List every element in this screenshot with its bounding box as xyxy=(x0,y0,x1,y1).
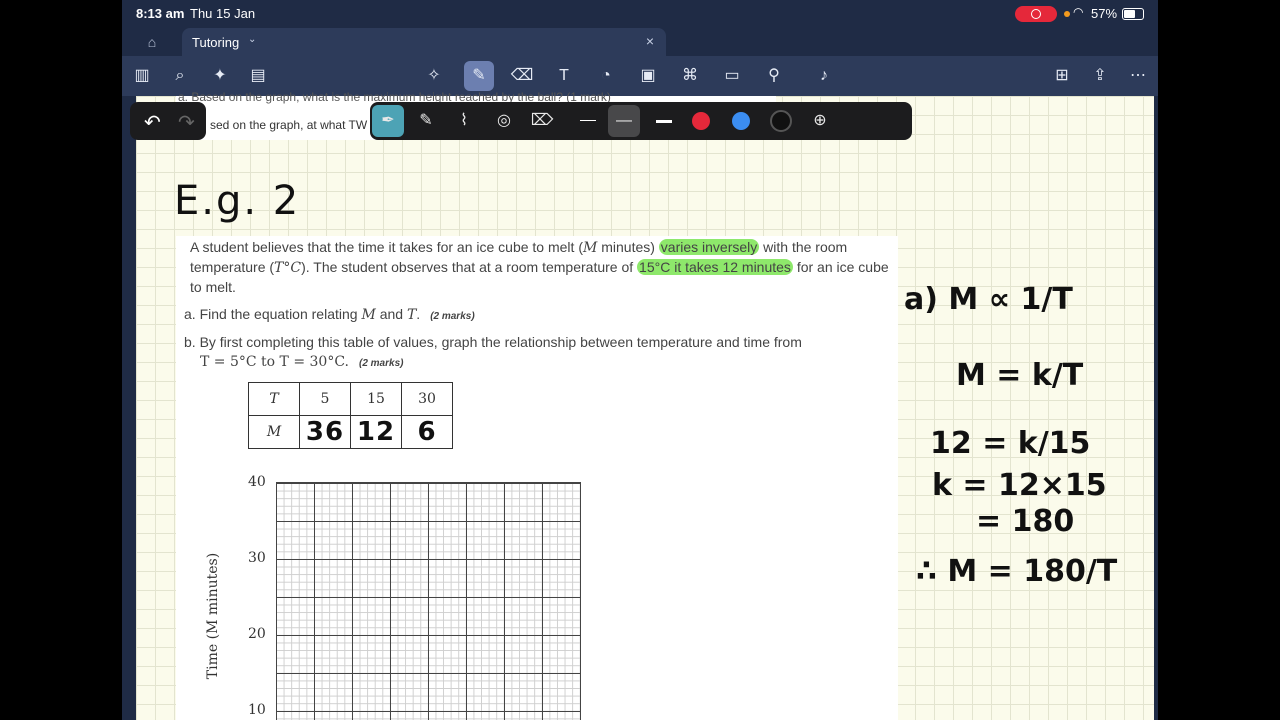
tab-title: Tutoring xyxy=(192,35,240,50)
share-icon[interactable]: ⇪ xyxy=(1088,64,1112,88)
stroke-thin-option[interactable] xyxy=(580,120,596,121)
q-part: A student believes that the time it take… xyxy=(190,239,583,255)
handwritten-line: 12 = k/15 xyxy=(930,426,1091,461)
qb-marks: (2 marks) xyxy=(359,358,404,369)
q-part: minutes) xyxy=(597,239,659,255)
eraser-icon[interactable]: ⌫ xyxy=(510,64,534,88)
stroke-thick-option[interactable] xyxy=(656,120,672,123)
handwritten-line: ∴ M = 180/T xyxy=(916,554,1118,589)
document-icon[interactable]: ▤ xyxy=(246,64,270,88)
status-date: Thu 15 Jan xyxy=(190,6,256,21)
color-red-option[interactable] xyxy=(692,112,710,130)
highlight-observation: 15°C it takes 12 minutes xyxy=(637,259,793,275)
battery-icon xyxy=(1122,8,1144,20)
textbox-icon[interactable]: T xyxy=(552,64,576,88)
qb-range-text: T = 5°C to T = 30°C. xyxy=(200,354,349,370)
wifi-icon: ◠ xyxy=(1073,5,1084,19)
brush-pen-icon[interactable]: ✎ xyxy=(414,109,438,133)
handwritten-line: a) M ∝ 1/T xyxy=(904,282,1073,317)
question-sheet: A student believes that the time it take… xyxy=(176,236,898,720)
search-icon[interactable]: ⌕ xyxy=(168,64,192,88)
image-icon[interactable]: ▣ xyxy=(636,64,660,88)
table-row: M 36 12 6 xyxy=(248,415,453,449)
lasso-icon[interactable]: ✧ xyxy=(422,64,446,88)
q-var-m: M xyxy=(582,240,598,256)
ruler-icon[interactable]: ⚲ xyxy=(762,64,786,88)
shapes-icon[interactable]: ◔ xyxy=(594,64,618,88)
qa-text: . xyxy=(416,306,421,322)
table-header-m: M xyxy=(248,415,300,449)
y-axis-label: Time (M minutes) xyxy=(205,552,222,680)
undo-redo-bar: ↶ ↷ xyxy=(130,102,206,140)
home-icon[interactable]: ⌂ xyxy=(142,32,162,52)
add-page-icon[interactable]: ⊞ xyxy=(1050,64,1074,88)
more-icon[interactable]: ⋯ xyxy=(1126,64,1150,88)
tab-bar: ⌂ Tutoring ⌄ × xyxy=(122,28,1158,56)
table-row: T 5 15 30 xyxy=(248,382,453,416)
battery-level: 57% xyxy=(1091,6,1118,21)
mic-icon[interactable]: ♪ xyxy=(812,64,836,88)
y-tick-label: 30 xyxy=(248,550,266,566)
add-color-icon[interactable]: ⊕ xyxy=(808,109,832,133)
highlight-varies-inversely: varies inversely xyxy=(658,239,760,255)
notebook-page[interactable]: a. Based on the graph, what is the maxim… xyxy=(136,90,1154,720)
highlighter-icon[interactable]: ⌇ xyxy=(452,109,476,133)
pen-tool-icon[interactable]: ✎ xyxy=(464,61,494,91)
qa-text: and xyxy=(375,306,407,322)
tab-tutoring[interactable]: Tutoring ⌄ × xyxy=(182,28,666,56)
fountain-pen-icon[interactable]: ✒ xyxy=(372,105,404,137)
shape-pen-icon[interactable]: ◎ xyxy=(492,109,516,133)
handwritten-line: = 180 xyxy=(976,504,1075,539)
redo-icon[interactable]: ↷ xyxy=(178,110,195,135)
screen-recording-icon[interactable] xyxy=(1015,6,1057,22)
stickers-icon[interactable]: ⌘ xyxy=(678,64,702,88)
table-cell: 5 xyxy=(299,382,351,416)
handwritten-cell: 6 xyxy=(401,415,453,449)
status-bar: 8:13 am Thu 15 Jan ◠ 57% xyxy=(122,0,1158,28)
table-cell: 30 xyxy=(401,382,453,416)
question-b: b. By first completing this table of val… xyxy=(184,334,802,350)
undo-icon[interactable]: ↶ xyxy=(144,110,161,135)
graph-paper-grid[interactable] xyxy=(276,482,581,720)
status-time: 8:13 am xyxy=(136,6,185,21)
close-tab-icon[interactable]: × xyxy=(646,33,654,49)
handwritten-cell: 12 xyxy=(350,415,402,449)
eraser-tool-icon[interactable]: ⌦ xyxy=(530,109,554,133)
handwritten-heading: E.g. 2 xyxy=(174,178,301,224)
y-tick-label: 10 xyxy=(248,702,266,718)
qa-var-m: M xyxy=(361,307,376,323)
sparkle-icon[interactable]: ✦ xyxy=(208,64,232,88)
mic-indicator-icon xyxy=(1064,11,1070,17)
pen-toolbar: ✒ ✎ ⌇ ◎ ⌦ — ⊕ xyxy=(370,102,912,140)
q-var-t: T°C xyxy=(274,260,302,276)
scrap-line-2: sed on the graph, at what TW xyxy=(210,118,368,132)
question-b-range: T = 5°C to T = 30°C. (2 marks) xyxy=(200,354,403,370)
qa-marks: (2 marks) xyxy=(430,311,475,322)
question-a: a. Find the equation relating M and T. (2… xyxy=(184,306,475,323)
y-tick-label: 40 xyxy=(248,474,266,490)
sidebar-icon[interactable]: ▥ xyxy=(130,64,154,88)
ipad-screen: 8:13 am Thu 15 Jan ◠ 57% ⌂ Tutoring ⌄ × … xyxy=(122,0,1158,720)
table-header-t: T xyxy=(248,382,300,416)
handwritten-line: M = k/T xyxy=(956,358,1084,393)
color-black-option[interactable] xyxy=(770,110,792,132)
notes-icon[interactable]: ▭ xyxy=(720,64,744,88)
question-text: A student believes that the time it take… xyxy=(190,238,900,297)
y-tick-label: 20 xyxy=(248,626,266,642)
handwritten-line: k = 12×15 xyxy=(932,468,1107,503)
table-cell: 15 xyxy=(350,382,402,416)
qa-var-t: T xyxy=(406,307,417,323)
q-part: ). The student observes that at a room t… xyxy=(301,259,638,275)
values-table: T 5 15 30 M 36 12 6 xyxy=(248,382,453,449)
stroke-medium-option[interactable]: — xyxy=(608,105,640,137)
handwritten-cell: 36 xyxy=(299,415,351,449)
color-blue-option[interactable] xyxy=(732,112,750,130)
qa-text: a. Find the equation relating xyxy=(184,306,362,322)
chevron-down-icon[interactable]: ⌄ xyxy=(248,34,256,45)
